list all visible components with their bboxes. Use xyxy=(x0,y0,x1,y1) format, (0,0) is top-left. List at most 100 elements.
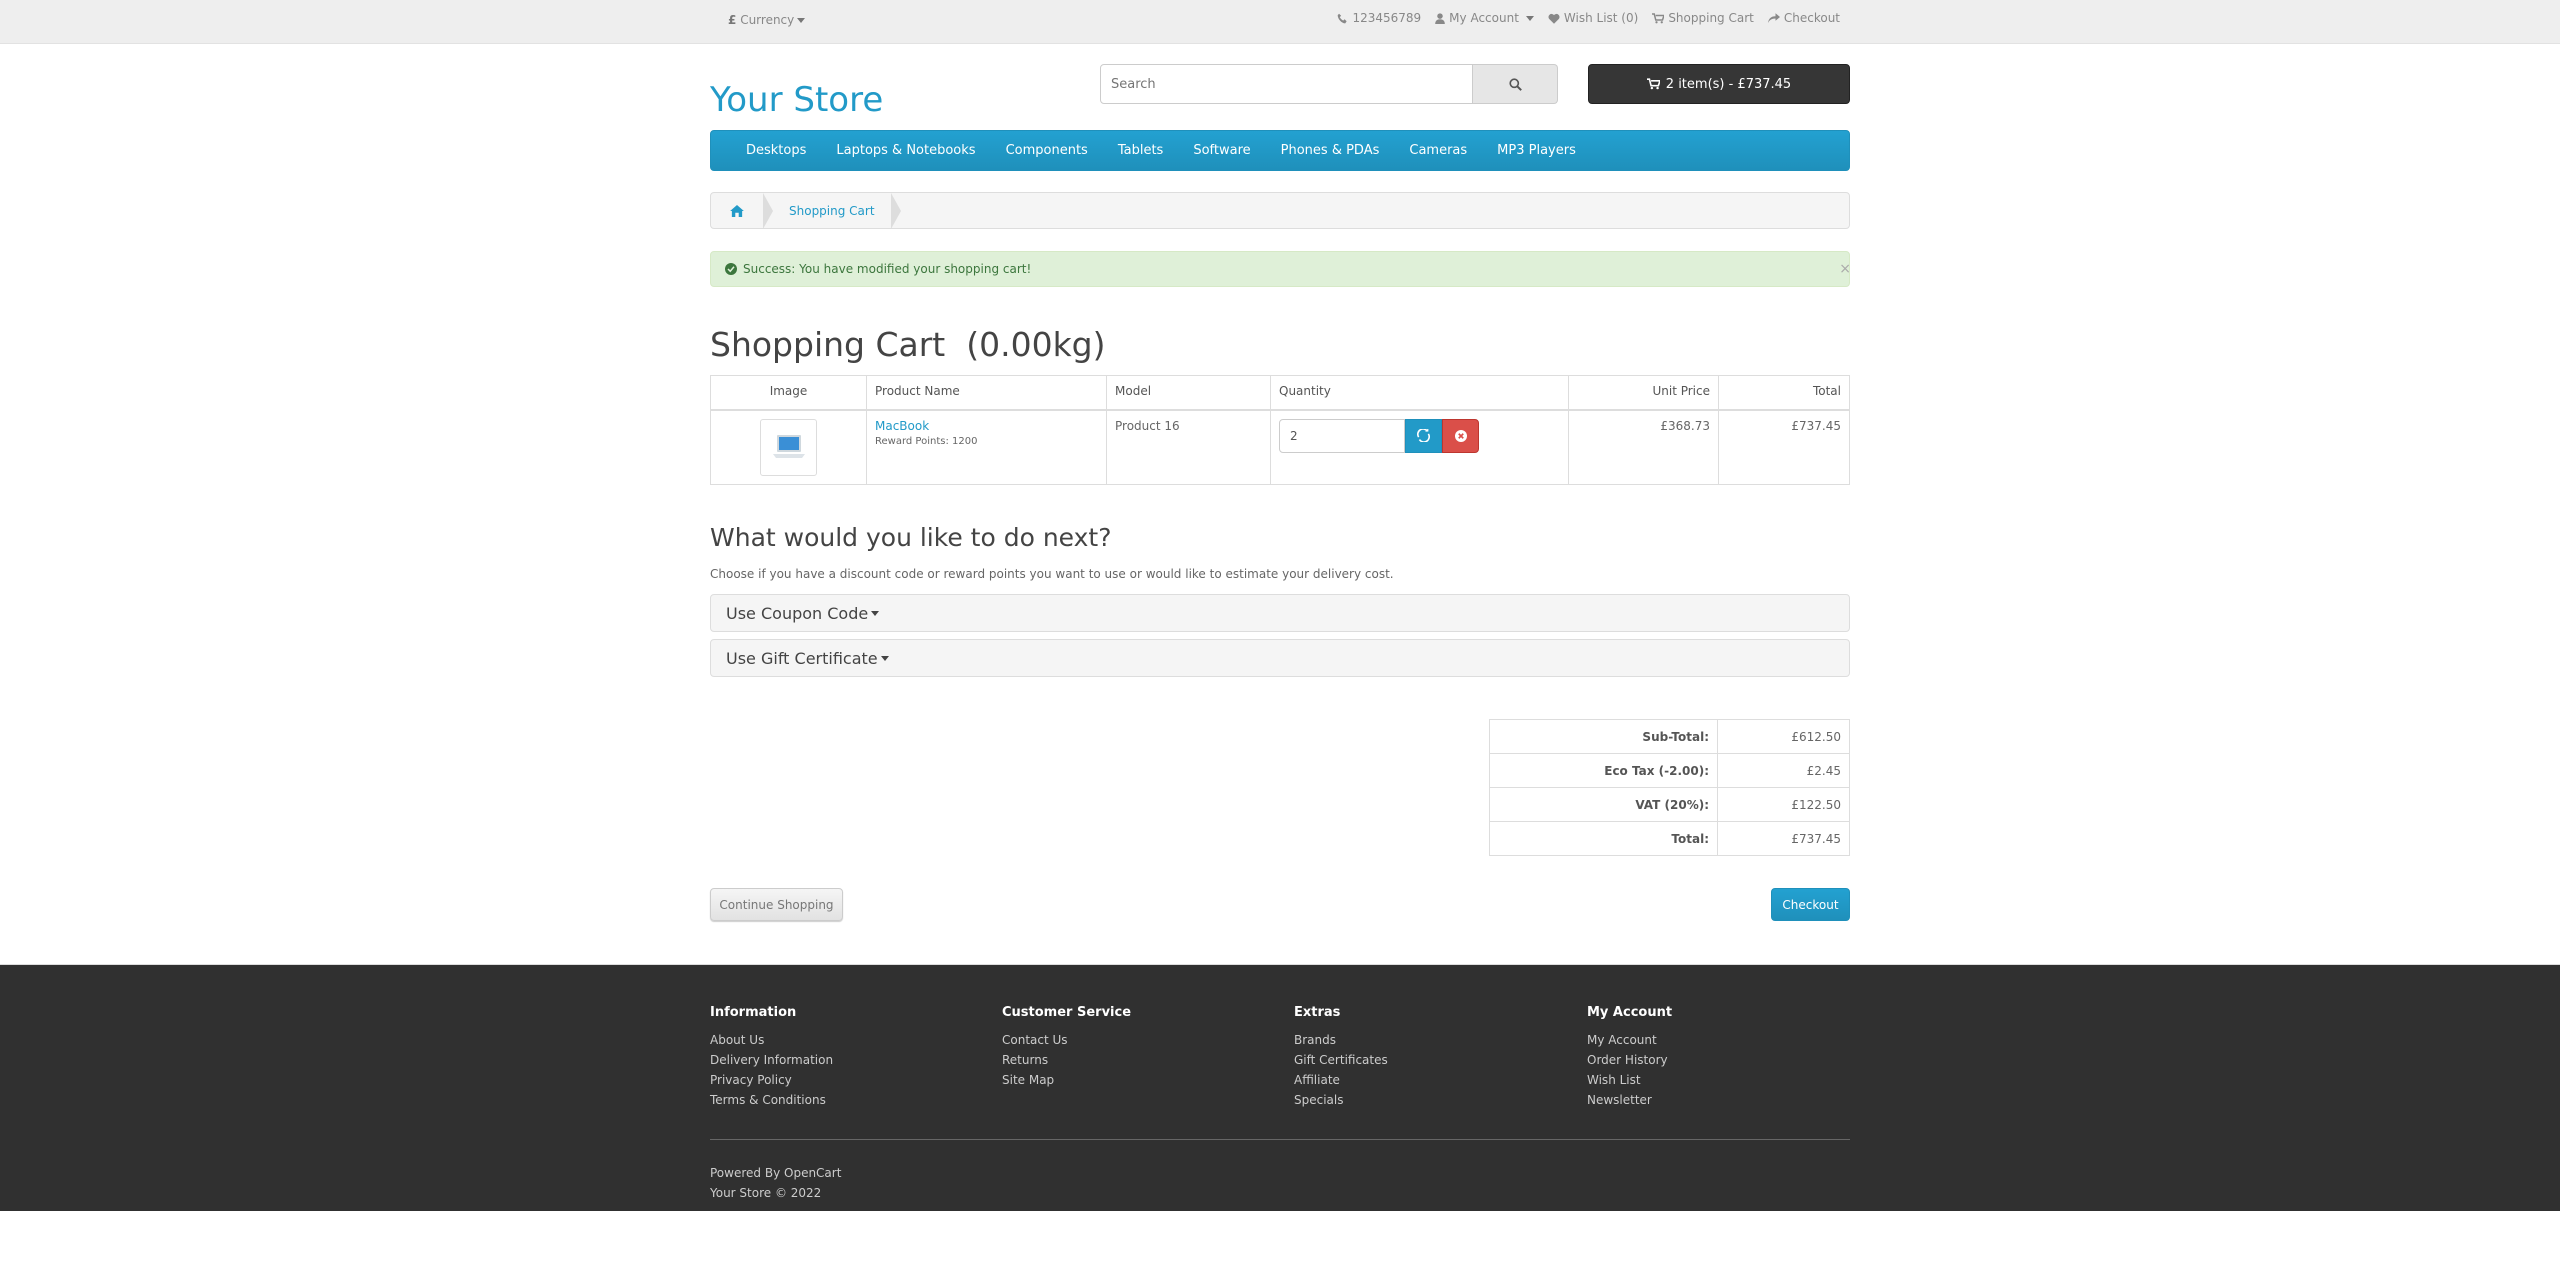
col-model: Model xyxy=(1106,375,1271,411)
product-thumbnail[interactable] xyxy=(760,418,817,476)
breadcrumb-shopping-cart[interactable]: Shopping Cart xyxy=(773,204,891,218)
shopping-cart-label: Shopping Cart xyxy=(1668,11,1754,25)
remove-item-button[interactable] xyxy=(1442,418,1479,453)
opencart-link[interactable]: OpenCart xyxy=(784,1166,841,1180)
footer-link-terms[interactable]: Terms & Conditions xyxy=(710,1090,833,1110)
search-button[interactable] xyxy=(1473,64,1558,104)
menu-item-cameras[interactable]: Cameras xyxy=(1394,143,1482,158)
footer-link-privacy[interactable]: Privacy Policy xyxy=(710,1070,833,1090)
menu-item-laptops[interactable]: Laptops & Notebooks xyxy=(821,143,990,158)
footer-link-brands[interactable]: Brands xyxy=(1294,1030,1388,1050)
unit-price: £368.73 xyxy=(1568,409,1719,485)
col-product-name: Product Name xyxy=(866,375,1107,411)
my-account-dropdown[interactable]: My Account xyxy=(1435,11,1534,25)
share-icon xyxy=(1767,12,1780,23)
search-bar xyxy=(1100,64,1558,104)
next-steps-description: Choose if you have a discount code or re… xyxy=(710,567,1394,581)
wishlist-label: Wish List (0) xyxy=(1563,11,1639,25)
quantity-group xyxy=(1279,418,1560,453)
copyright: Your Store © 2022 xyxy=(710,1186,822,1200)
caret-down-icon xyxy=(871,610,880,616)
reward-points: Reward Points: 1200 xyxy=(875,435,978,447)
checkout-label: Checkout xyxy=(1783,11,1840,25)
menu-item-components[interactable]: Components xyxy=(991,143,1103,158)
table-row: MacBook Reward Points: 1200 Product 16 £… xyxy=(710,409,1850,485)
wishlist-link[interactable]: Wish List (0) xyxy=(1548,11,1638,25)
footer-link-contact[interactable]: Contact Us xyxy=(1002,1030,1131,1050)
search-icon xyxy=(1508,77,1522,91)
col-quantity: Quantity xyxy=(1270,375,1569,411)
page-title: Shopping Cart (0.00kg) xyxy=(710,325,1106,364)
totals-row-ecotax: Eco Tax (-2.00): £2.45 xyxy=(1489,753,1850,788)
gift-certificate-label: Use Gift Certificate xyxy=(726,648,878,668)
cart-dropdown-button[interactable]: 2 item(s) - £737.45 xyxy=(1588,64,1850,104)
menu-item-phones[interactable]: Phones & PDAs xyxy=(1266,143,1395,158)
times-circle-icon xyxy=(1454,429,1467,442)
total-value: £737.45 xyxy=(1717,821,1850,856)
shopping-cart-link[interactable]: Shopping Cart xyxy=(1652,11,1754,25)
checkout-link[interactable]: Checkout xyxy=(1767,11,1840,25)
refresh-icon xyxy=(1417,429,1430,442)
totals-row-subtotal: Sub-Total: £612.50 xyxy=(1489,719,1850,754)
footer-heading: My Account xyxy=(1587,1005,1673,1020)
menu-item-software[interactable]: Software xyxy=(1178,143,1265,158)
ecotax-label: Eco Tax (-2.00): xyxy=(1489,753,1718,788)
currency-symbol: £ xyxy=(728,13,737,27)
footer-link-sitemap[interactable]: Site Map xyxy=(1002,1070,1131,1090)
total-label: Total: xyxy=(1489,821,1718,856)
top-links: 123456789 My Account Wish List (0) Shopp… xyxy=(1337,11,1840,25)
menu-item-tablets[interactable]: Tablets xyxy=(1103,143,1179,158)
next-steps-title: What would you like to do next? xyxy=(710,523,1112,552)
powered-prefix: Powered By xyxy=(710,1166,781,1180)
totals-table: Sub-Total: £612.50 Eco Tax (-2.00): £2.4… xyxy=(1489,719,1850,856)
continue-shopping-button[interactable]: Continue Shopping xyxy=(710,888,843,921)
gift-certificate-panel[interactable]: Use Gift Certificate xyxy=(710,639,1850,677)
footer-link-returns[interactable]: Returns xyxy=(1002,1050,1131,1070)
footer-column-my-account: My Account My Account Order History Wish… xyxy=(1587,1005,1672,1110)
checkout-button[interactable]: Checkout xyxy=(1771,888,1850,921)
vat-label: VAT (20%): xyxy=(1489,787,1718,822)
footer-link-my-account[interactable]: My Account xyxy=(1587,1030,1672,1050)
footer-link-newsletter[interactable]: Newsletter xyxy=(1587,1090,1672,1110)
search-input[interactable] xyxy=(1100,64,1473,104)
success-alert: Success: You have modified your shopping… xyxy=(710,251,1851,287)
footer: Information About Us Delivery Informatio… xyxy=(0,964,2560,1211)
laptop-image xyxy=(772,435,805,458)
cart-icon xyxy=(1652,12,1665,23)
table-header-row: Image Product Name Model Quantity Unit P… xyxy=(710,375,1850,411)
footer-divider xyxy=(710,1139,1850,1140)
phone-icon xyxy=(1338,13,1348,23)
coupon-code-label: Use Coupon Code xyxy=(726,603,869,623)
footer-link-affiliate[interactable]: Affiliate xyxy=(1294,1070,1388,1090)
footer-link-gift-certificates[interactable]: Gift Certificates xyxy=(1294,1050,1388,1070)
breadcrumb-separator xyxy=(763,192,773,229)
cart-icon xyxy=(1646,78,1660,90)
heart-icon xyxy=(1548,13,1560,24)
cart-summary: 2 item(s) - £737.45 xyxy=(1665,76,1792,92)
currency-dropdown[interactable]: £ Currency xyxy=(728,13,806,27)
vat-value: £122.50 xyxy=(1717,787,1850,822)
breadcrumb-home[interactable] xyxy=(711,193,763,228)
menu-item-mp3[interactable]: MP3 Players xyxy=(1482,143,1591,158)
coupon-code-panel[interactable]: Use Coupon Code xyxy=(710,594,1850,632)
ecotax-value: £2.45 xyxy=(1717,753,1850,788)
footer-column-customer-service: Customer Service Contact Us Returns Site… xyxy=(1002,1005,1131,1090)
close-icon[interactable]: × xyxy=(1839,261,1851,277)
menu-item-desktops[interactable]: Desktops xyxy=(731,143,821,158)
quantity-cell xyxy=(1270,409,1569,485)
footer-link-about[interactable]: About Us xyxy=(710,1030,833,1050)
currency-label: Currency xyxy=(740,13,795,27)
footer-link-specials[interactable]: Specials xyxy=(1294,1090,1388,1110)
top-bar: £ Currency 123456789 My Account Wish Lis… xyxy=(0,0,2560,44)
quantity-input[interactable] xyxy=(1279,418,1405,453)
footer-link-order-history[interactable]: Order History xyxy=(1587,1050,1672,1070)
cart-table: Image Product Name Model Quantity Unit P… xyxy=(710,375,1850,485)
store-logo[interactable]: Your Store xyxy=(710,80,883,120)
product-name-link[interactable]: MacBook xyxy=(875,419,929,433)
phone-number: 123456789 xyxy=(1352,11,1422,25)
footer-link-wishlist[interactable]: Wish List xyxy=(1587,1070,1672,1090)
update-quantity-button[interactable] xyxy=(1405,418,1442,453)
phone-link[interactable]: 123456789 xyxy=(1337,11,1421,25)
col-unit-price: Unit Price xyxy=(1568,375,1719,411)
footer-link-delivery[interactable]: Delivery Information xyxy=(710,1050,833,1070)
